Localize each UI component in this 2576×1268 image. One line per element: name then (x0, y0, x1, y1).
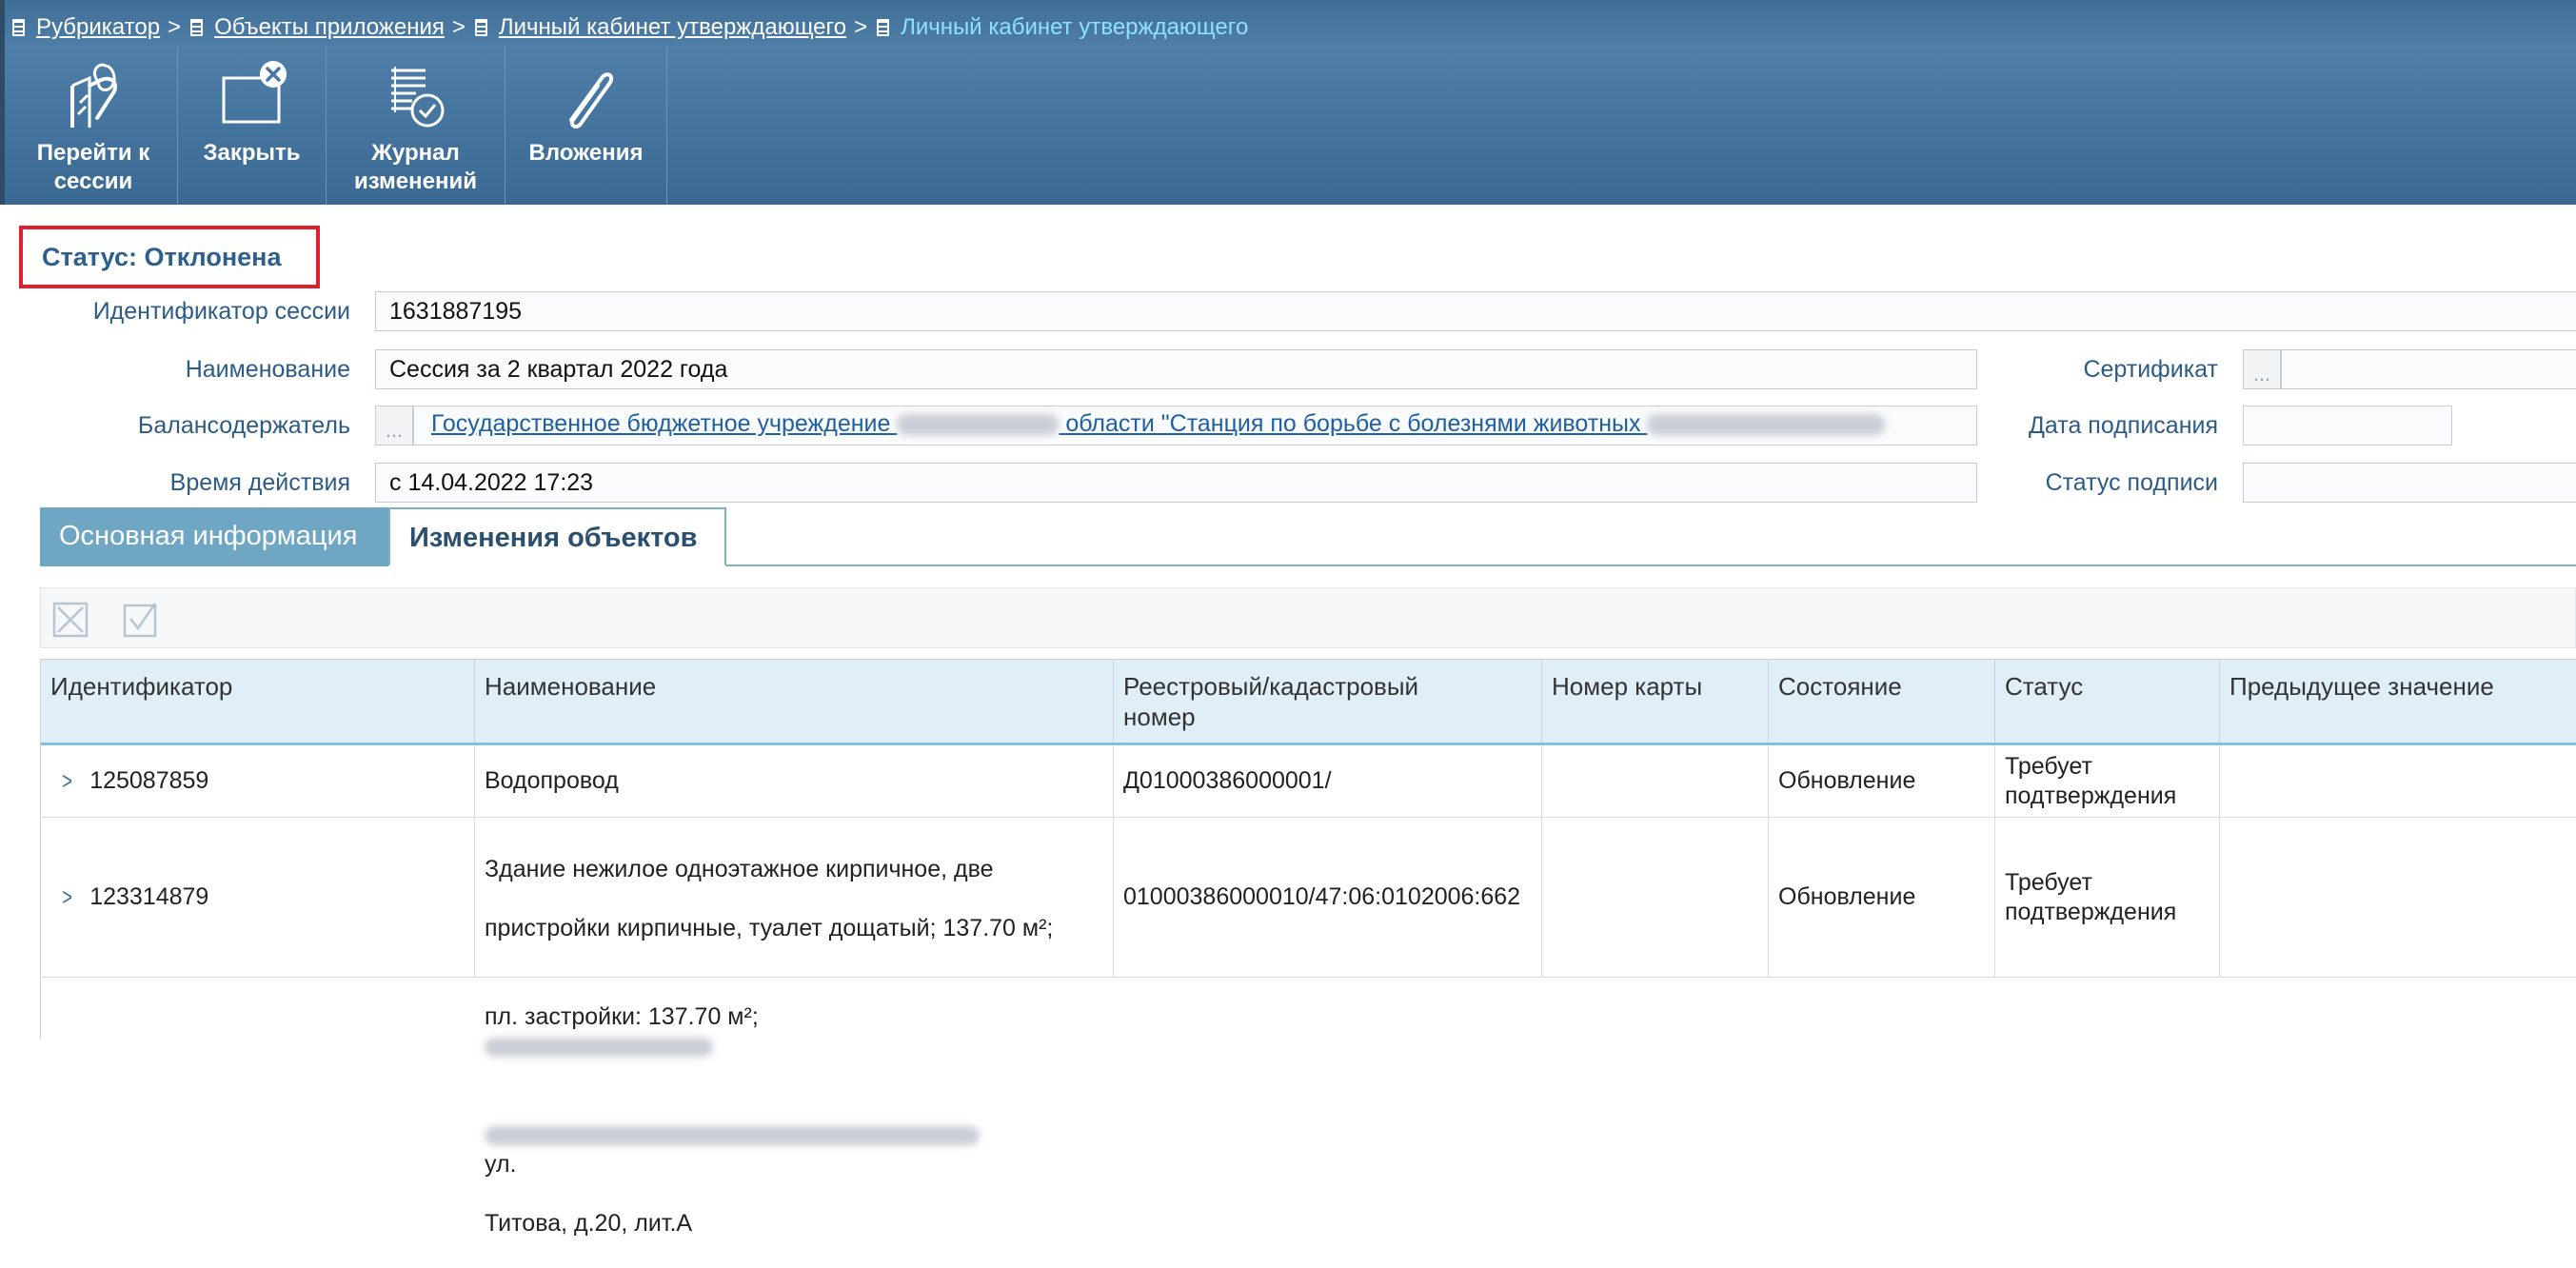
column-header-previous-value[interactable]: Предыдущее значение (2220, 660, 2576, 743)
breadcrumb: Рубрикатор > Объекты приложения > Личный… (12, 13, 1248, 42)
breadcrumb-link-approver-cabinet[interactable]: Личный кабинет утверждающего (499, 14, 846, 41)
document-icon (474, 19, 487, 36)
change-log-icon (390, 67, 444, 128)
cell-state: Обновление (1769, 745, 1995, 817)
column-header-status[interactable]: Статус (1995, 660, 2220, 743)
cell-registry: Д01000386000001/ (1114, 745, 1542, 817)
table-header: Идентификатор Наименование Реестровый/ка… (41, 660, 2576, 745)
session-id-field[interactable]: 1631887195 (375, 291, 2576, 331)
balance-holder-link[interactable]: Государственное бюджетное учреждение обл… (431, 406, 1886, 441)
redacted-text (1647, 414, 1886, 436)
table-row[interactable]: > 125087859 Водопровод Д01000386000001/ … (41, 745, 2576, 818)
name-line-text: пл. застройки: 137.70 м²; (485, 1003, 759, 1030)
tab-object-changes[interactable]: Изменения объектов (388, 507, 726, 566)
column-header-state[interactable]: Состояние (1769, 660, 1995, 743)
cell-previous-value (2220, 818, 2576, 977)
name-line: Здание нежилое одноэтажное кирпичное, дв… (485, 856, 994, 882)
cell-map-number (1542, 745, 1769, 817)
cell-name: Водопровод (475, 745, 1114, 817)
row-id: 125087859 (89, 767, 209, 794)
document-icon (190, 19, 204, 36)
breadcrumb-separator: > (451, 14, 466, 40)
top-header: Рубрикатор > Объекты приложения > Личный… (0, 0, 2576, 205)
breadcrumb-current: Личный кабинет утверждающего (901, 14, 1249, 40)
breadcrumb-item[interactable]: Объекты приложения (190, 14, 445, 41)
breadcrumb-item[interactable]: Личный кабинет утверждающего (474, 14, 846, 41)
attachments-button[interactable]: Вложения (505, 46, 667, 205)
tab-main-info[interactable]: Основная информация (40, 507, 388, 566)
balance-holder-select-button[interactable]: ... (375, 406, 413, 446)
breadcrumb-link-app-objects[interactable]: Объекты приложения (214, 14, 445, 41)
expand-row-icon[interactable]: > (62, 766, 72, 796)
certificate-select-button[interactable]: ... (2243, 349, 2281, 389)
approve-icon[interactable] (123, 602, 159, 638)
redacted-text (897, 414, 1060, 436)
breadcrumb-separator: > (168, 14, 182, 40)
signing-date-field[interactable] (2243, 406, 2452, 446)
session-id-label: Идентификатор сессии (92, 298, 350, 325)
breadcrumb-link-rubricator[interactable]: Рубрикатор (36, 14, 160, 41)
cell-id: > 125087859 (41, 745, 475, 817)
balance-holder-link-part1: Государственное бюджетное учреждение (431, 410, 891, 437)
cell-state: Обновление (1769, 818, 1995, 977)
column-header-name[interactable]: Наименование (475, 660, 1114, 743)
cell-map-number (1542, 818, 1769, 977)
signing-date-label: Дата подписания (2029, 412, 2218, 439)
name-line: ул. (485, 1091, 1103, 1179)
name-line: пл. застройки: 137.70 м²; (485, 973, 1103, 1061)
breadcrumb-separator: > (854, 14, 868, 40)
cell-registry: 01000386000010/47:06:0102006:662 (1114, 818, 1542, 977)
cell-name: Здание нежилое одноэтажное кирпичное, дв… (475, 818, 1114, 1237)
reject-icon[interactable] (52, 602, 89, 638)
close-label: Закрыть (203, 140, 301, 166)
certificate-field[interactable] (2281, 349, 2576, 389)
cell-status: Требует подтверждения (1995, 818, 2220, 977)
signature-status-field[interactable] (2243, 463, 2576, 503)
change-log-label: Журнал изменений (353, 140, 478, 194)
object-changes-table: Идентификатор Наименование Реестровый/ка… (40, 659, 2576, 1237)
validity-field[interactable]: с 14.04.2022 17:23 (375, 463, 1977, 503)
balance-holder-field[interactable]: Государственное бюджетное учреждение обл… (413, 406, 1977, 446)
session-status: Статус: Отклонена (42, 242, 282, 271)
name-line: пристройки кирпичные, туалет дощатый; 13… (485, 915, 1054, 941)
expand-row-icon[interactable]: > (62, 882, 72, 912)
document-icon (877, 19, 890, 36)
column-header-map-number[interactable]: Номер карты (1542, 660, 1769, 743)
name-field[interactable]: Сессия за 2 квартал 2022 года (375, 349, 1977, 389)
change-log-button[interactable]: Журнал изменений (327, 46, 505, 205)
breadcrumb-current-item: Личный кабинет утверждающего (877, 14, 1248, 41)
redacted-text (485, 1038, 713, 1058)
close-button[interactable]: Закрыть (178, 46, 327, 205)
grid-toolbar (40, 587, 2576, 648)
column-header-registry[interactable]: Реестровый/кадастровый номер (1114, 660, 1542, 743)
attachments-label: Вложения (528, 140, 644, 166)
row-id: 123314879 (89, 883, 209, 910)
close-window-icon (222, 61, 287, 124)
go-to-session-icon (70, 63, 117, 128)
breadcrumb-item[interactable]: Рубрикатор (12, 14, 160, 41)
certificate-label: Сертификат (2083, 356, 2218, 383)
name-label: Наименование (185, 356, 350, 383)
name-line: Титова, д.20, лит.А (485, 1210, 693, 1237)
main-toolbar: Перейти к сессии Закрыть Журнал изменени… (10, 46, 667, 205)
go-to-session-button[interactable]: Перейти к сессии (10, 46, 178, 205)
signature-status-label: Статус подписи (2045, 469, 2218, 496)
balance-holder-label: Балансодержатель (137, 412, 350, 439)
cell-id: > 123314879 (41, 818, 475, 977)
validity-label: Время действия (169, 469, 350, 496)
go-to-session-label: Перейти к сессии (36, 140, 150, 194)
cell-previous-value (2220, 745, 2576, 817)
cell-status: Требует подтверждения (1995, 745, 2220, 817)
status-highlight: Статус: Отклонена (19, 226, 320, 288)
paperclip-icon (568, 72, 613, 129)
balance-holder-link-part2: области "Станция по борьбе с болезнями ж… (1065, 410, 1641, 437)
redacted-text (485, 1126, 980, 1146)
name-line-text: ул. (485, 1151, 517, 1178)
table-row[interactable]: > 123314879 Здание нежилое одноэтажное к… (41, 818, 2576, 1237)
document-icon (12, 19, 25, 36)
column-header-id[interactable]: Идентификатор (41, 660, 475, 743)
